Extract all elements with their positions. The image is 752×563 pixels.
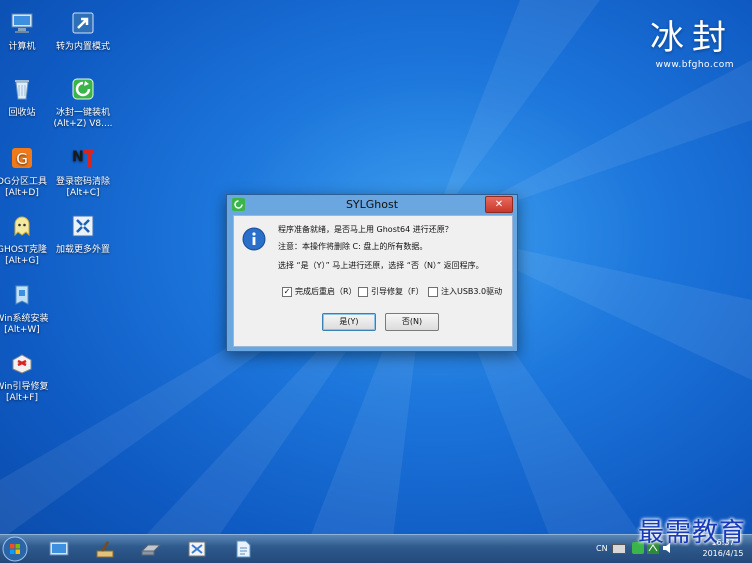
- recycle-bin-icon: [15, 80, 29, 100]
- icon-label: 加载更多外置: [55, 245, 110, 255]
- keyboard-icon[interactable]: [612, 544, 626, 554]
- no-button[interactable]: 否(N): [385, 313, 439, 331]
- checkbox-label: 注入USB3.0驱动: [441, 287, 503, 296]
- dialog-body: 程序准备就绪，是否马上用 Ghost64 进行还原？ 注意：本操作将删除 C: …: [233, 215, 513, 347]
- desktop-icon-win-install[interactable]: Win系统安装 [Alt+W]: [0, 282, 60, 336]
- dialog-title: SYLGhost: [345, 198, 399, 211]
- disk-drive-icon[interactable]: [140, 539, 162, 559]
- desktop-icon-boot-repair[interactable]: Win引导修复 [Alt+F]: [0, 350, 60, 404]
- shortcut-arrow-icon: [72, 12, 94, 34]
- sylghost-dialog: SYLGhost ✕ 程序准备就绪，是否马上用 Ghost64 进行还原？ 注意…: [226, 194, 518, 352]
- checkbox-unchecked[interactable]: [428, 286, 438, 297]
- checkbox-checked[interactable]: ✓: [282, 286, 292, 297]
- checkbox-unchecked[interactable]: [358, 286, 368, 297]
- icon-label: Win引导修复: [0, 382, 49, 392]
- tools-icon[interactable]: [186, 539, 208, 559]
- explorer-taskbar-icon[interactable]: [48, 539, 70, 559]
- desktop-icon-load-external[interactable]: 加载更多外置: [45, 213, 121, 256]
- icon-label: 登录密码清除: [55, 177, 110, 187]
- dialog-message-line: 程序准备就绪，是否马上用 Ghost64 进行还原？: [278, 225, 453, 234]
- icon-label: 冰封一键装机: [55, 108, 110, 118]
- load-external-icon: [72, 215, 94, 237]
- ghost-icon: [14, 216, 30, 237]
- boot-repair-icon: [12, 354, 32, 374]
- icon-hotkey: [Alt+F]: [6, 393, 38, 403]
- cleanup-tool-icon[interactable]: [94, 539, 116, 559]
- icon-label: Win系统安装: [0, 314, 49, 324]
- yes-button[interactable]: 是(Y): [322, 313, 376, 331]
- icon-hotkey: (Alt+Z) V8....: [53, 119, 113, 129]
- info-icon: [242, 227, 266, 251]
- windows-install-icon: [15, 285, 29, 305]
- computer-icon: [11, 13, 33, 33]
- desktop-icon-password-clear[interactable]: N 登录密码清除 [Alt+C]: [45, 145, 121, 199]
- close-button[interactable]: ✕: [485, 196, 513, 213]
- brand-name: 冰封: [650, 18, 734, 58]
- document-icon[interactable]: [232, 539, 254, 559]
- start-button[interactable]: [2, 536, 28, 562]
- language-indicator[interactable]: CN: [596, 544, 608, 553]
- dialog-titlebar[interactable]: SYLGhost ✕: [227, 195, 517, 215]
- dialog-instruction-line: 选择 “是（Y）” 马上进行还原，选择 “否（N）” 返回程序。: [278, 261, 484, 270]
- brand-url: www.bfgho.com: [655, 60, 734, 70]
- checkbox-label: 完成后重启（R）: [295, 287, 357, 296]
- boot-repair-checkbox[interactable]: 引导修复（F）: [358, 286, 424, 297]
- checkbox-label: 引导修复（F）: [371, 287, 424, 296]
- desktop-icon-one-click-install[interactable]: 冰封一键装机 (Alt+Z) V8....: [45, 76, 121, 130]
- restart-after-checkbox[interactable]: ✓ 完成后重启（R）: [282, 286, 357, 297]
- installer-icon: [72, 78, 94, 100]
- icon-hotkey: [Alt+G]: [5, 256, 39, 266]
- partition-tool-icon: G: [12, 148, 32, 168]
- password-reset-icon: N: [72, 149, 94, 167]
- icon-hotkey: [Alt+C]: [66, 188, 100, 198]
- usb3-driver-checkbox[interactable]: 注入USB3.0驱动: [428, 286, 502, 297]
- desktop-icon-internal-mode[interactable]: 转为内置模式: [45, 10, 121, 53]
- icon-label: 转为内置模式: [55, 42, 110, 52]
- clock-date: 2016/4/15: [702, 549, 744, 558]
- svg-text:G: G: [16, 150, 28, 168]
- brand-logo: 冰封 www.bfgho.com: [650, 18, 734, 70]
- app-icon: [232, 198, 245, 211]
- svg-text:N: N: [72, 149, 84, 165]
- icon-hotkey: [Alt+W]: [4, 325, 40, 335]
- dialog-warning-line: 注意：本操作将删除 C: 盘上的所有数据。: [278, 242, 428, 251]
- watermark-text: 最需教育: [637, 518, 746, 548]
